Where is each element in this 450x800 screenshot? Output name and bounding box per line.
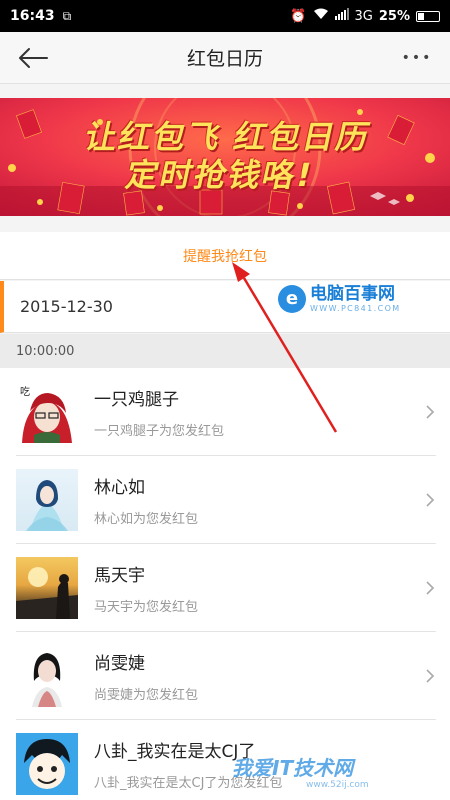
chevron-right-icon: [418, 492, 442, 508]
alarm-icon: ⏰: [290, 8, 307, 24]
battery-level: 25%: [378, 8, 410, 24]
chevron-right-icon: [418, 580, 442, 596]
bottom-watermark-title: 我爱IT技术网: [232, 756, 354, 780]
svg-text:吃: 吃: [20, 385, 30, 398]
list-item[interactable]: 八卦_我实在是太CJ了 八卦_我实在是太CJ了为您发红包: [0, 720, 450, 800]
more-button[interactable]: •••: [384, 32, 450, 84]
watermark: e 电脑百事网 WWW.PC841.COM: [278, 284, 401, 313]
sender-name: 尚雯婕: [94, 654, 145, 674]
avatar: [16, 469, 78, 531]
banner-line-2: 定时抢钱咯!: [122, 156, 318, 194]
date-label: 2015-12-30: [20, 297, 113, 316]
sender-name: 馬天宇: [94, 566, 145, 586]
banner[interactable]: 让红包飞 红包日历 定时抢钱咯!: [0, 98, 450, 216]
network-type: 3G: [354, 8, 373, 24]
sender-subtitle: 马天宇为您发红包: [94, 600, 199, 615]
nav-bar: 红包日历 •••: [0, 32, 450, 84]
bottom-watermark-url: www.52ij.com: [306, 780, 369, 790]
more-dots-icon: •••: [401, 49, 433, 66]
chevron-right-icon: [418, 404, 442, 420]
sender-list: 吃 一只鸡腿子 一只鸡腿子为您发红包 林心如 林心如为您发红包 馬天宇 马天宇为…: [0, 368, 450, 800]
banner-line-1: 让红包飞 红包日历: [81, 118, 375, 156]
list-item[interactable]: 馬天宇 马天宇为您发红包: [0, 544, 450, 632]
chevron-right-icon: [418, 668, 442, 684]
wifi-icon: [313, 8, 329, 24]
time-section-header: 10:00:00: [0, 334, 450, 368]
avatar: [16, 557, 78, 619]
status-time: 16:43: [10, 8, 55, 24]
sender-subtitle: 林心如为您发红包: [94, 512, 199, 527]
avatar: [16, 733, 78, 795]
sender-subtitle: 一只鸡腿子为您发红包: [94, 424, 225, 439]
avatar: 吃: [16, 381, 78, 443]
watermark-title: 电脑百事网: [310, 284, 395, 304]
watermark-url: WWW.PC841.COM: [310, 304, 401, 313]
signal-icon: [334, 8, 349, 24]
battery-icon: [416, 10, 440, 22]
sender-name: 林心如: [94, 478, 145, 498]
avatar: [16, 645, 78, 707]
banner-text: 让红包飞 红包日历 定时抢钱咯!: [56, 118, 392, 194]
screenshot-icon: ⧉: [62, 8, 72, 23]
arrow-left-icon: [19, 47, 48, 68]
watermark-logo-icon: e: [278, 284, 306, 313]
sender-subtitle: 尚雯婕为您发红包: [94, 688, 199, 703]
list-item[interactable]: 吃 一只鸡腿子 一只鸡腿子为您发红包: [0, 368, 450, 456]
sender-name: 一只鸡腿子: [94, 390, 179, 410]
page-title: 红包日历: [186, 48, 263, 70]
back-button[interactable]: [0, 32, 66, 84]
remind-me-button[interactable]: 提醒我抢红包: [0, 232, 450, 280]
list-item[interactable]: 林心如 林心如为您发红包: [0, 456, 450, 544]
status-bar: 16:43 ⧉ ⏰ 3G 25%: [0, 0, 450, 32]
list-item[interactable]: 尚雯婕 尚雯婕为您发红包: [0, 632, 450, 720]
